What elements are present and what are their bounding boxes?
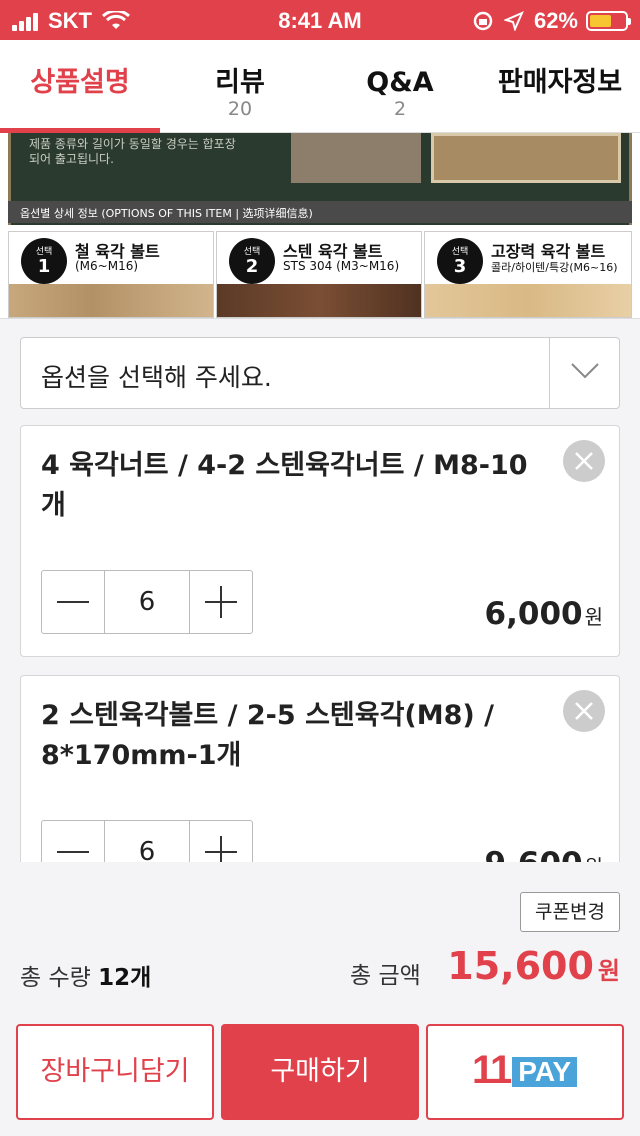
option-subtitle: STS 304 (M3~M16)	[283, 259, 400, 273]
quantity-value[interactable]: 6	[104, 821, 190, 862]
option-card: 선택 2 스텐 육각 볼트 STS 304 (M3~M16)	[216, 231, 422, 318]
badge-number: 3	[453, 256, 467, 277]
11pay-button[interactable]: 11 PAY	[426, 1024, 624, 1120]
option-cards: 선택 1 철 육각 볼트 (M6~M16) 선택 2 스텐 육각 볼트 STS …	[8, 231, 632, 318]
status-bar: SKT 8:41 AM 62%	[0, 0, 640, 40]
total-amount-value: 15,600	[447, 944, 594, 988]
tab-count: 20	[227, 98, 253, 120]
box-photo	[431, 133, 621, 183]
total-quantity-value: 12개	[98, 965, 152, 991]
close-icon	[575, 702, 593, 720]
tab-label: 리뷰	[215, 67, 265, 98]
option-badge: 선택 1	[21, 238, 67, 284]
price-value: 9,600	[485, 846, 583, 862]
option-panel: 옵션을 선택해 주세요. 4 육각너트 / 4-2 스텐육각너트 / M8-10…	[0, 318, 640, 862]
stainless-bolt-photo	[217, 284, 421, 317]
chalkboard-text: 제품 종류와 길이가 동일할 경우는 합포장 되어 출고됩니다.	[29, 137, 236, 166]
product-tabs: 상품설명 리뷰 20 Q&A 2 판매자정보	[0, 40, 640, 133]
option-card: 선택 3 고장력 육각 볼트 콜라/하이텐/특강(M6~16)	[424, 231, 632, 318]
tab-label: 상품설명	[30, 67, 130, 98]
battery-icon	[586, 11, 631, 31]
tab-label: Q&A	[366, 67, 434, 98]
close-icon	[575, 452, 593, 470]
plus-icon	[205, 586, 237, 618]
total-amount-label: 총 금액	[350, 963, 421, 989]
11pay-logo: 11 PAY	[472, 1048, 578, 1093]
option-price: 9,600원	[485, 846, 603, 862]
option-subtitle: 콜라/하이텐/특강(M6~16)	[491, 261, 618, 274]
decrease-button[interactable]	[42, 571, 104, 633]
tab-count: 2	[393, 98, 407, 120]
currency-unit: 원	[584, 605, 603, 629]
tab-label: 판매자정보	[497, 67, 623, 98]
tab-seller-info[interactable]: 판매자정보	[480, 40, 640, 133]
option-subtitle: (M6~M16)	[75, 259, 139, 273]
battery-fill	[590, 15, 612, 27]
selected-option-item: 2 스텐육각볼트 / 2-5 스텐육각(M8) / 8*170mm-1개 6 9…	[20, 675, 620, 862]
minus-icon	[57, 851, 89, 853]
plus-icon	[205, 836, 237, 862]
bolts-photo	[291, 133, 421, 183]
selected-option-item: 4 육각너트 / 4-2 스텐육각너트 / M8-10개 6 6,000 원	[20, 425, 620, 657]
tab-description[interactable]: 상품설명	[0, 40, 160, 133]
iron-bolt-photo	[9, 284, 213, 317]
increase-button[interactable]	[190, 571, 252, 633]
location-arrow-icon	[503, 11, 524, 31]
options-strip: 옵션별 상세 정보 (OPTIONS OF THIS ITEM | 选项详细信息…	[8, 201, 632, 223]
coupon-change-button[interactable]: 쿠폰변경	[520, 892, 620, 932]
option-price: 6,000 원	[485, 596, 603, 632]
tab-qna[interactable]: Q&A 2	[320, 40, 480, 133]
currency-unit: 원	[597, 957, 620, 985]
total-quantity-label: 총 수량	[20, 965, 91, 991]
decrease-button[interactable]	[42, 821, 104, 862]
add-to-cart-button[interactable]: 장바구니담기	[16, 1024, 214, 1120]
increase-button[interactable]	[190, 821, 252, 862]
total-quantity: 총 수량 12개	[20, 958, 151, 992]
badge-number: 1	[37, 256, 51, 277]
chevron-down-icon	[571, 363, 599, 379]
option-name: 2 스텐육각볼트 / 2-5 스텐육각(M8) / 8*170mm-1개	[41, 700, 495, 771]
option-name: 4 육각너트 / 4-2 스텐육각너트 / M8-10개	[41, 450, 528, 521]
option-select-arrow[interactable]	[549, 338, 619, 408]
remove-option-button[interactable]	[563, 440, 605, 482]
quantity-value[interactable]: 6	[104, 571, 190, 633]
remove-option-button[interactable]	[563, 690, 605, 732]
rotation-lock-icon	[473, 11, 493, 31]
option-badge: 선택 3	[437, 238, 483, 284]
badge-number: 2	[245, 256, 259, 277]
app-root: SKT 8:41 AM 62% 상품설명 리뷰 20 Q&A 2 판매자정보 제…	[0, 0, 640, 1136]
product-description-image: 제품 종류와 길이가 동일할 경우는 합포장 되어 출고됩니다. 옵션별 상세 …	[0, 133, 640, 318]
minus-icon	[57, 601, 89, 603]
option-card: 선택 1 철 육각 볼트 (M6~M16)	[8, 231, 214, 318]
11pay-logo-number: 11	[472, 1048, 512, 1092]
total-amount: 15,600 원	[447, 944, 620, 988]
quantity-stepper: 6	[41, 570, 253, 634]
option-select[interactable]: 옵션을 선택해 주세요.	[20, 337, 620, 409]
buy-now-button[interactable]: 구매하기	[221, 1024, 419, 1120]
price-value: 6,000	[484, 596, 583, 632]
11pay-logo-word: PAY	[512, 1057, 578, 1087]
order-summary: 쿠폰변경 총 수량 12개 총 금액 15,600 원 장바구니담기 구매하기 1…	[0, 862, 640, 1136]
status-right: 62%	[472, 8, 631, 34]
option-select-placeholder: 옵션을 선택해 주세요.	[41, 363, 272, 392]
quantity-stepper: 6	[41, 820, 253, 862]
tab-reviews[interactable]: 리뷰 20	[160, 40, 320, 133]
option-badge: 선택 2	[229, 238, 275, 284]
currency-unit: 원	[585, 855, 603, 862]
battery-percent: 62%	[533, 8, 578, 33]
high-tension-bolt-photo	[425, 284, 631, 317]
